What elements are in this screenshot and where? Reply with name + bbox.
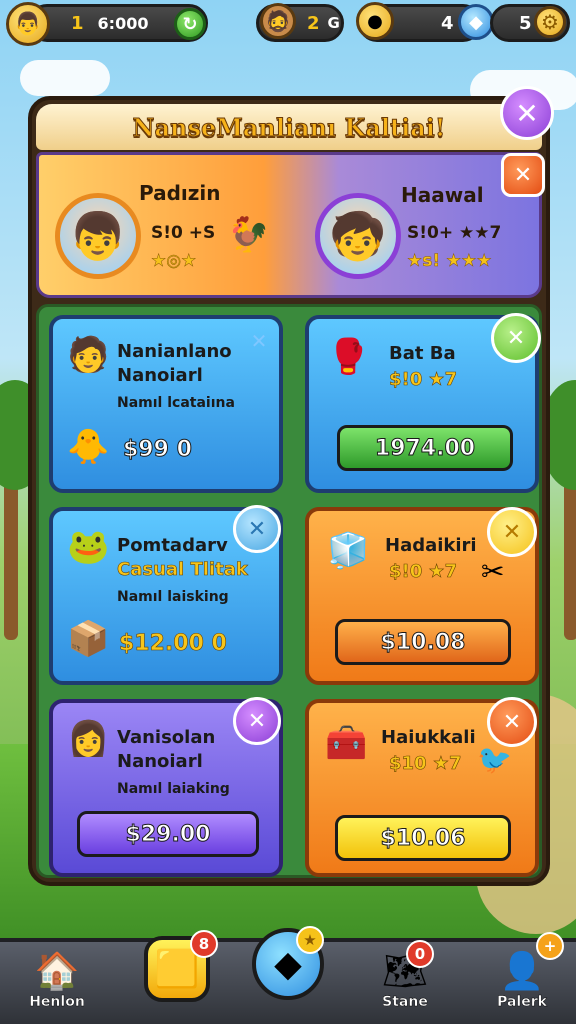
nav-profile-label: Palerk (497, 994, 547, 1010)
buy-button[interactable]: 1974.00 (337, 425, 513, 471)
red-bird-icon: 🐦 (477, 743, 512, 776)
offer-title: Vanisolan (117, 727, 216, 748)
dismiss-offer-button[interactable]: ✕ (487, 697, 537, 747)
player-right-avatar[interactable]: 🧒 (315, 193, 401, 279)
player-avatar-icon[interactable]: 👨 (6, 2, 50, 46)
gems-count: 5 (519, 12, 532, 34)
offer-title: Pomtadarv (117, 535, 228, 556)
nav-store-label: Stane (382, 994, 428, 1010)
gem-icon: ◆ (458, 4, 494, 40)
versus-card: ✕ 👦 Padızin S!0 +S ★◎★ 🐓 🧒 Haawal S!0+ ★… (36, 152, 545, 298)
house-icon: 🏠 (34, 951, 80, 992)
player-right: 🧒 Haawal S!0+ ★★7 ★s! ★★★ (305, 165, 541, 291)
dismiss-offer-button[interactable]: ✕ (487, 507, 537, 557)
match-panel: NanseManlianı Kaltiai! ✕ ✕ 👦 Padızin S!0… (28, 86, 554, 886)
green-creature-icon: 🐸 (67, 527, 110, 567)
coin-total: 6:000 (97, 13, 149, 33)
store-badge: 0 (406, 940, 434, 968)
chick-icon: 🐥 (67, 427, 110, 467)
cloud (20, 60, 110, 96)
panel-header: NanseManlianı Kaltiai! (36, 104, 542, 150)
cards-badge: 8 (190, 930, 218, 958)
offer-card[interactable]: 🧰 Haiukkali $10 ★7 🐦 $10.06 ✕ (305, 697, 539, 877)
dismiss-offer-button[interactable]: ✕ (233, 697, 281, 745)
bottom-nav: 🏠 Henlon 🟨 8 ◆ ★ 🗺 Stane 0 👤 Palerk + (0, 926, 576, 1024)
offer-title-line2: Nanoiarl (117, 365, 203, 386)
player-right-name: Haawal (401, 183, 484, 207)
offer-card[interactable]: 🐸 Pomtadarv Casual Tlitak Namıl laisking… (49, 505, 283, 685)
rooster-icon: 🐓 (227, 215, 270, 255)
offer-card[interactable]: 🥊 Bat Ba $!0 ★7 1974.00 ✕ (305, 313, 541, 493)
player-left: 👦 Padızin S!0 +S ★◎★ 🐓 (39, 165, 279, 291)
top-bar: 1 6:000 👨 ↻ 2 G 🧔 4 ● ◆ 5 ⚙ (0, 0, 576, 50)
offer-price: $12.00 0 (119, 631, 227, 657)
offer-sub: $!0 ★7 (389, 561, 458, 583)
offers-grid: 🧑 Nanianlano Nanoiarl Namıl lcataiına 🐥 … (36, 304, 542, 878)
offer-sub: $10 ★7 (389, 753, 462, 775)
player-left-stat: S!0 +S (151, 223, 216, 243)
buy-button[interactable]: $29.00 (77, 811, 259, 857)
chest-icon: 📦 (67, 619, 110, 659)
scissors-icon: ✂ (481, 555, 505, 588)
offer-sub: Casual Tlitak (117, 559, 248, 581)
crown-suffix: G (327, 14, 340, 32)
star-badge-icon: ★ (296, 926, 324, 954)
offer-title: Hadaikiri (385, 535, 477, 556)
offer-desc: Namıl laisking (117, 589, 229, 605)
crown-count: 2 (307, 12, 320, 34)
gold-coin-icon: ● (356, 2, 394, 40)
dismiss-offer-button[interactable]: ✕ (243, 325, 275, 357)
dismiss-offer-button[interactable]: ✕ (233, 505, 281, 553)
boxing-glove-icon: 🥊 (327, 337, 370, 377)
player-left-name: Padızin (139, 181, 221, 205)
nav-home[interactable]: 🏠 Henlon (22, 942, 92, 1024)
offer-card[interactable]: 👩 Vanisolan Nanoiarl Namıl laiaking $29.… (49, 697, 283, 877)
close-panel-button[interactable]: ✕ (500, 86, 554, 140)
offer-title-line2: Nanoiarl (117, 751, 203, 772)
player-left-avatar[interactable]: 👦 (55, 193, 141, 279)
profile-add-badge: + (536, 932, 564, 960)
settings-gear-icon[interactable]: ⚙ (534, 6, 566, 38)
offer-title: Nanianlano (117, 341, 232, 362)
player-right-stat: S!0+ ★★7 (407, 223, 502, 243)
offer-desc: Namıl laiaking (117, 781, 230, 797)
offer-title: Haiukkali (381, 727, 476, 748)
offer-desc: Namıl lcataiına (117, 395, 235, 411)
panel-title: NanseManlianı Kaltiai! (132, 112, 446, 142)
nav-home-label: Henlon (29, 994, 85, 1010)
offer-price: $99 0 (123, 437, 193, 463)
gold-count: 4 (441, 12, 454, 34)
add-coins-button[interactable]: ↻ (174, 8, 206, 40)
cash-register-icon: 🧰 (325, 723, 368, 763)
buy-button[interactable]: $10.08 (335, 619, 511, 665)
player-left-stars: ★◎★ (151, 251, 197, 272)
offer-title: Bat Ba (389, 343, 456, 364)
character-icon: 👩 (67, 719, 110, 759)
offer-card[interactable]: 🧑 Nanianlano Nanoiarl Namıl lcataiına 🐥 … (49, 315, 283, 493)
offer-card[interactable]: 🧊 Hadaikiri $!0 ★7 ✂ $10.08 ✕ (305, 507, 539, 685)
character-icon: 🧑 (67, 335, 110, 375)
player-right-stars: ★s! ★★★ (407, 251, 492, 272)
coin-count: 1 (71, 12, 84, 34)
offer-sub: $!0 ★7 (389, 369, 458, 391)
character-icon: 🧔 (260, 3, 296, 39)
blue-box-icon: 🧊 (327, 531, 370, 571)
profile-icon: 👤 (499, 951, 545, 992)
dismiss-offer-button[interactable]: ✕ (491, 313, 541, 363)
buy-button[interactable]: $10.06 (335, 815, 511, 861)
